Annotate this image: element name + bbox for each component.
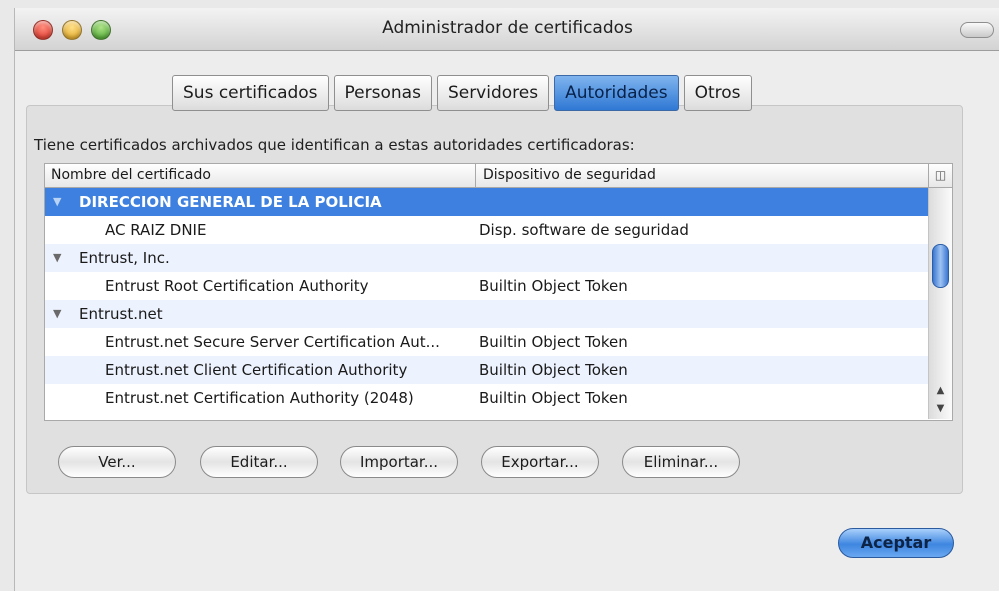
security-device: Builtin Object Token bbox=[479, 389, 628, 407]
scrollbar-thumb[interactable] bbox=[932, 244, 949, 288]
scroll-down-arrow-icon[interactable]: ▼ bbox=[929, 400, 952, 418]
table-row[interactable]: ▼ DIRECCION GENERAL DE LA POLICIA bbox=[45, 188, 928, 216]
accept-button[interactable]: Aceptar bbox=[838, 528, 954, 558]
certificate-name: AC RAIZ DNIE bbox=[105, 221, 207, 239]
certificate-name: Entrust, Inc. bbox=[79, 249, 170, 267]
vertical-scrollbar[interactable]: ▲ ▼ bbox=[928, 188, 952, 419]
certificate-name: DIRECCION GENERAL DE LA POLICIA bbox=[79, 193, 382, 211]
delete-button[interactable]: Eliminar... bbox=[622, 446, 740, 478]
security-device: Disp. software de seguridad bbox=[479, 221, 689, 239]
expand-triangle-icon[interactable]: ▼ bbox=[53, 300, 61, 328]
table-row[interactable]: Entrust Root Certification Authority Bui… bbox=[45, 272, 928, 300]
scroll-up-arrow-icon[interactable]: ▲ bbox=[929, 382, 952, 400]
certificate-name: Entrust.net Secure Server Certification … bbox=[105, 333, 440, 351]
tab-bar: Sus certificados Personas Servidores Aut… bbox=[172, 75, 752, 111]
table-row[interactable]: Entrust.net Secure Server Certification … bbox=[45, 328, 928, 356]
tab-autoridades[interactable]: Autoridades bbox=[554, 75, 679, 111]
certificate-name: Entrust.net Certification Authority (204… bbox=[105, 389, 414, 407]
tab-servidores[interactable]: Servidores bbox=[436, 75, 550, 111]
table-row[interactable]: ▼ Entrust, Inc. bbox=[45, 244, 928, 272]
toolbar-toggle-button[interactable] bbox=[960, 22, 994, 38]
intro-text: Tiene certificados archivados que identi… bbox=[34, 136, 635, 154]
security-device: Builtin Object Token bbox=[479, 277, 628, 295]
tab-personas[interactable]: Personas bbox=[333, 75, 432, 111]
edit-button[interactable]: Editar... bbox=[200, 446, 318, 478]
tab-otros[interactable]: Otros bbox=[683, 75, 752, 111]
title-bar: Administrador de certificados bbox=[15, 8, 999, 51]
table-row[interactable]: AC RAIZ DNIE Disp. software de seguridad bbox=[45, 216, 928, 244]
import-button[interactable]: Importar... bbox=[340, 446, 458, 478]
certificate-table[interactable]: Nombre del certificado Dispositivo de se… bbox=[44, 163, 953, 421]
table-row[interactable]: Entrust.net Certification Authority (204… bbox=[45, 384, 928, 412]
column-divider bbox=[475, 164, 476, 187]
column-picker-icon[interactable]: ◫ bbox=[928, 164, 952, 187]
table-header: Nombre del certificado Dispositivo de se… bbox=[45, 164, 952, 188]
security-device: Builtin Object Token bbox=[479, 333, 628, 351]
table-row[interactable]: Entrust.net Client Certification Authori… bbox=[45, 356, 928, 384]
tab-sus-certificados[interactable]: Sus certificados bbox=[172, 75, 329, 111]
certificate-name: Entrust Root Certification Authority bbox=[105, 277, 369, 295]
table-rows: ▼ DIRECCION GENERAL DE LA POLICIA AC RAI… bbox=[45, 188, 928, 412]
export-button[interactable]: Exportar... bbox=[481, 446, 599, 478]
window-title: Administrador de certificados bbox=[382, 18, 633, 38]
column-header-device[interactable]: Dispositivo de seguridad bbox=[483, 167, 656, 183]
view-button[interactable]: Ver... bbox=[58, 446, 176, 478]
table-row[interactable]: ▼ Entrust.net bbox=[45, 300, 928, 328]
expand-triangle-icon[interactable]: ▼ bbox=[53, 188, 61, 216]
column-header-name[interactable]: Nombre del certificado bbox=[51, 167, 211, 183]
expand-triangle-icon[interactable]: ▼ bbox=[53, 244, 61, 272]
security-device: Builtin Object Token bbox=[479, 361, 628, 379]
certificate-name: Entrust.net Client Certification Authori… bbox=[105, 361, 408, 379]
certificate-name: Entrust.net bbox=[79, 305, 163, 323]
